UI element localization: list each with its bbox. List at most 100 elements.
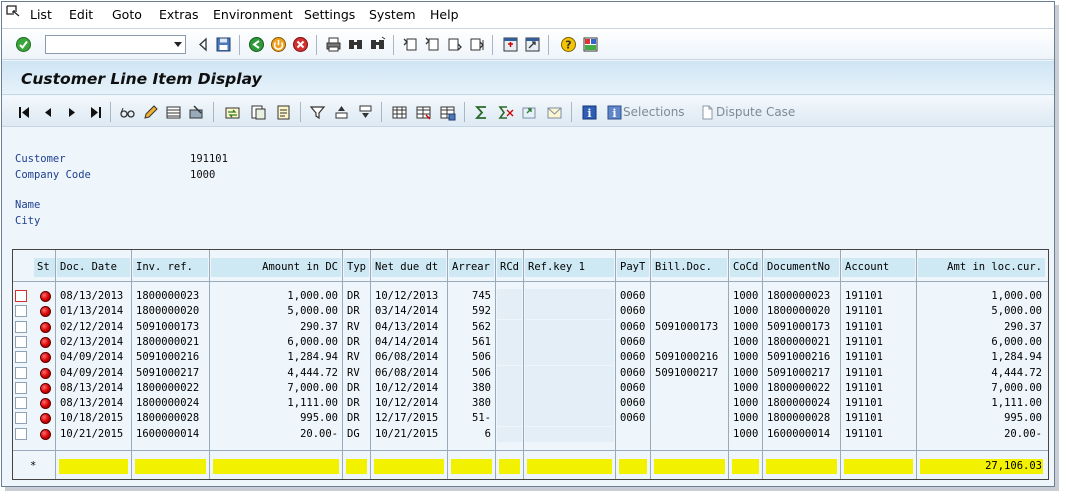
line-item-grid: St Doc. Date Inv. ref. Amount in DC Typ Net d…: [12, 249, 1049, 480]
header-typ[interactable]: Typ: [344, 258, 369, 277]
table-row[interactable]: 08/13/2013 1800000023 1,000.00 DR 10/12/2013…: [13, 289, 1048, 304]
cancel-icon[interactable]: [292, 36, 309, 53]
save-layout-icon[interactable]: [439, 104, 456, 121]
row-select-checkbox[interactable]: [15, 290, 27, 302]
sum-icon[interactable]: [473, 104, 490, 121]
cell-typ: DR: [347, 412, 360, 425]
export-icon[interactable]: [521, 104, 538, 121]
cell-doc-date: 10/18/2015: [60, 412, 124, 425]
dispute-case-icon[interactable]: [699, 104, 716, 121]
menu-list[interactable]: List: [30, 7, 52, 22]
enter-checkmark-icon[interactable]: [15, 36, 32, 53]
header-payt[interactable]: PayT: [617, 258, 649, 277]
command-input[interactable]: [48, 37, 166, 52]
mass-change-icon[interactable]: [188, 104, 205, 121]
create-session-icon[interactable]: [502, 36, 519, 53]
last-page-icon[interactable]: [468, 36, 485, 53]
header-amount-dc[interactable]: Amount in DC: [211, 258, 341, 277]
menu-settings[interactable]: Settings: [304, 7, 355, 22]
header-doc-date[interactable]: Doc. Date: [57, 258, 130, 277]
table-row[interactable]: 10/18/2015 1800000028 995.00 DR 12/17/2015 51…: [13, 411, 1048, 427]
table-row[interactable]: 10/21/2015 1600000014 20.00- DG 10/21/2015 6 1…: [13, 426, 1048, 442]
header-rcd[interactable]: RCd: [497, 258, 522, 277]
svg-text:i: i: [587, 107, 591, 120]
document-switch-icon[interactable]: [224, 104, 241, 121]
header-account[interactable]: Account: [842, 258, 915, 277]
cell-net-due: 04/13/2014: [375, 320, 439, 333]
header-net-due[interactable]: Net due dt: [372, 258, 446, 277]
command-field[interactable]: [45, 35, 186, 54]
menu-goto[interactable]: Goto: [112, 7, 142, 22]
header-docno[interactable]: DocumentNo: [764, 258, 839, 277]
first-page-icon[interactable]: [402, 36, 419, 53]
sort-ascending-icon[interactable]: [333, 104, 350, 121]
table-settings-icon[interactable]: [165, 104, 182, 121]
total-cell-bg: [59, 459, 128, 474]
subtotals-icon[interactable]: [497, 104, 514, 121]
first-item-icon[interactable]: [17, 104, 34, 121]
row-select-checkbox[interactable]: [15, 427, 27, 440]
chevron-down-icon[interactable]: [174, 42, 182, 47]
next-page-icon[interactable]: [446, 36, 463, 53]
total-cell-bg: [619, 459, 647, 474]
document-overview-icon[interactable]: [250, 104, 267, 121]
row-select-checkbox[interactable]: [15, 412, 27, 425]
send-mail-icon[interactable]: [546, 104, 563, 121]
menu-extras[interactable]: Extras: [159, 7, 199, 22]
next-item-icon[interactable]: [63, 104, 80, 121]
selections-icon[interactable]: i: [606, 104, 623, 121]
change-pencil-icon[interactable]: [142, 104, 159, 121]
last-item-icon[interactable]: [86, 104, 103, 121]
menu-system[interactable]: System: [369, 7, 416, 22]
table-row[interactable]: 02/12/2014 5091000173 290.37 RV 04/13/2014 56…: [13, 319, 1048, 335]
row-select-checkbox[interactable]: [15, 305, 27, 318]
exit-icon[interactable]: [270, 36, 287, 53]
dispute-case-button[interactable]: Dispute Case: [716, 105, 795, 119]
find-icon[interactable]: [347, 36, 364, 53]
info-icon[interactable]: i: [581, 104, 598, 121]
header-status[interactable]: St: [34, 258, 55, 277]
menu-environment[interactable]: Environment: [213, 7, 293, 22]
help-icon[interactable]: ?: [560, 36, 577, 53]
header-amt-loc[interactable]: Amt in loc.cur.: [918, 258, 1045, 277]
status-red-icon: [40, 398, 51, 410]
header-refkey[interactable]: Ref.key 1: [525, 258, 614, 277]
header-arrear[interactable]: Arrear: [449, 258, 494, 277]
menu-edit[interactable]: Edit: [69, 7, 93, 22]
change-layout-icon[interactable]: [415, 104, 432, 121]
table-row[interactable]: 02/13/2014 1800000021 6,000.00 DR 04/14/2014…: [13, 334, 1048, 350]
table-row[interactable]: 04/09/2014 5091000217 4,444.72 RV 06/08/2014…: [13, 365, 1048, 381]
document-icon[interactable]: [275, 104, 292, 121]
previous-item-icon[interactable]: [40, 104, 57, 121]
table-row[interactable]: 08/13/2014 1800000022 7,000.00 DR 10/12/2014…: [13, 380, 1048, 396]
layout-menu-icon[interactable]: [582, 36, 599, 53]
print-icon[interactable]: [325, 36, 342, 53]
display-glasses-icon[interactable]: [119, 104, 136, 121]
cell-inv-ref: 1800000021: [136, 335, 200, 348]
back-icon[interactable]: [248, 36, 265, 53]
row-select-checkbox[interactable]: [15, 397, 27, 410]
table-row[interactable]: 08/13/2014 1800000024 1,111.00 DR 10/12/2014…: [13, 396, 1048, 412]
select-layout-icon[interactable]: [391, 104, 408, 121]
row-select-checkbox[interactable]: [15, 351, 27, 364]
sort-descending-icon[interactable]: [357, 104, 374, 121]
table-row[interactable]: 04/09/2014 5091000216 1,284.94 RV 06/08/2014…: [13, 350, 1048, 366]
filter-icon[interactable]: [309, 104, 326, 121]
menu-help[interactable]: Help: [430, 7, 459, 22]
selections-button[interactable]: Selections: [623, 105, 685, 119]
arrow-left-icon[interactable]: [195, 36, 212, 53]
row-select-checkbox[interactable]: [15, 381, 27, 394]
table-row[interactable]: 01/13/2014 1800000020 5,000.00 DR 03/14/2014…: [13, 304, 1048, 320]
shortcut-icon[interactable]: [524, 36, 541, 53]
save-icon[interactable]: [215, 36, 232, 53]
row-select-checkbox[interactable]: [15, 320, 27, 333]
row-select-checkbox[interactable]: [15, 366, 27, 379]
header-billdoc[interactable]: Bill.Doc.: [652, 258, 727, 277]
header-inv-ref[interactable]: Inv. ref.: [133, 258, 208, 277]
previous-page-icon[interactable]: [424, 36, 441, 53]
svg-text:?: ?: [565, 39, 571, 52]
header-cocd[interactable]: CoCd: [730, 258, 761, 277]
system-menu-icon[interactable]: [5, 4, 21, 18]
find-next-icon[interactable]: [369, 36, 386, 53]
row-select-checkbox[interactable]: [15, 335, 27, 348]
